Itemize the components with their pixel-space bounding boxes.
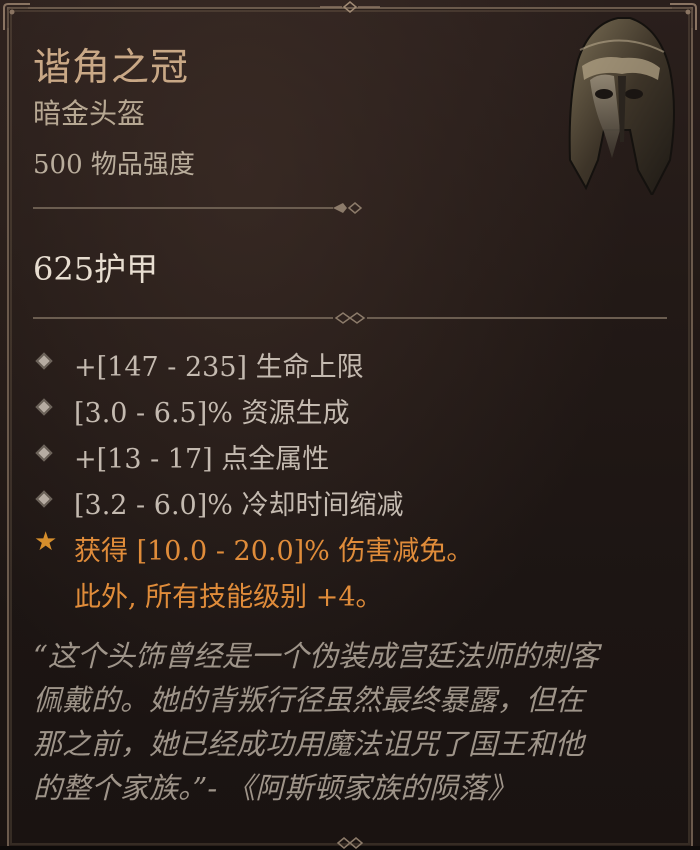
- armor-value: 625护甲: [33, 250, 159, 288]
- legendary-line-2: 此外, 所有技能级别 +4。: [74, 582, 383, 613]
- flavor-line: 佩戴的。她的背叛行径虽然最终暴露，但在: [33, 683, 585, 717]
- divider-top: [33, 202, 363, 214]
- legendary-line-1: 获得 [10.0 - 20.0]% 伤害减免。: [74, 536, 474, 567]
- item-power: 500 物品强度: [33, 150, 195, 180]
- item-name: 谐角之冠: [33, 45, 190, 89]
- affix-item: +[13 - 17] 点全属性: [35, 437, 678, 483]
- corner-ornament-left: [3, 3, 30, 30]
- affix-text: [3.0 - 6.5]% 资源生成: [74, 398, 350, 429]
- affix-item: [3.2 - 6.0]% 冷却时间缩减: [35, 483, 678, 529]
- affix-item: +[147 - 235] 生命上限: [35, 345, 678, 391]
- flavor-text: “这个头饰曾经是一个伪装成宫廷法师的刺客 佩戴的。她的背叛行径虽然最终暴露，但在…: [33, 634, 673, 810]
- affix-text: [3.2 - 6.0]% 冷却时间缩减: [74, 490, 404, 521]
- diamond-bullet-icon: [35, 490, 53, 508]
- affix-list: +[147 - 235] 生命上限 [3.0 - 6.5]% 资源生成 +[13…: [34, 345, 678, 613]
- item-type: 暗金头盔: [33, 97, 146, 130]
- flavor-line: “这个头饰曾经是一个伪装成宫廷法师的刺客: [33, 639, 599, 673]
- diamond-bullet-icon: [35, 398, 53, 416]
- diamond-bullet-icon: [35, 352, 53, 370]
- flavor-line: 那之前，她已经成功用魔法诅咒了国王和他: [33, 727, 585, 761]
- affix-text: +[13 - 17] 点全属性: [74, 444, 330, 475]
- helmet-icon: [568, 17, 675, 195]
- bottom-ornament: [336, 837, 364, 849]
- diamond-bullet-icon: [35, 444, 53, 462]
- legendary-affix: ★ 获得 [10.0 - 20.0]% 伤害减免。 此外, 所有技能级别 +4。: [34, 527, 678, 613]
- top-ornament: [320, 1, 380, 13]
- star-icon: ★: [34, 527, 58, 557]
- affix-text: +[147 - 235] 生命上限: [74, 352, 364, 383]
- divider-mid: [33, 312, 667, 324]
- affix-item: [3.0 - 6.5]% 资源生成: [35, 391, 678, 437]
- item-tooltip: 谐角之冠 暗金头盔 500 物品强度 625护甲 +[147 - 235] 生命…: [0, 0, 700, 849]
- flavor-line: 的整个家族。”- 《阿斯顿家族的陨落》: [33, 771, 517, 805]
